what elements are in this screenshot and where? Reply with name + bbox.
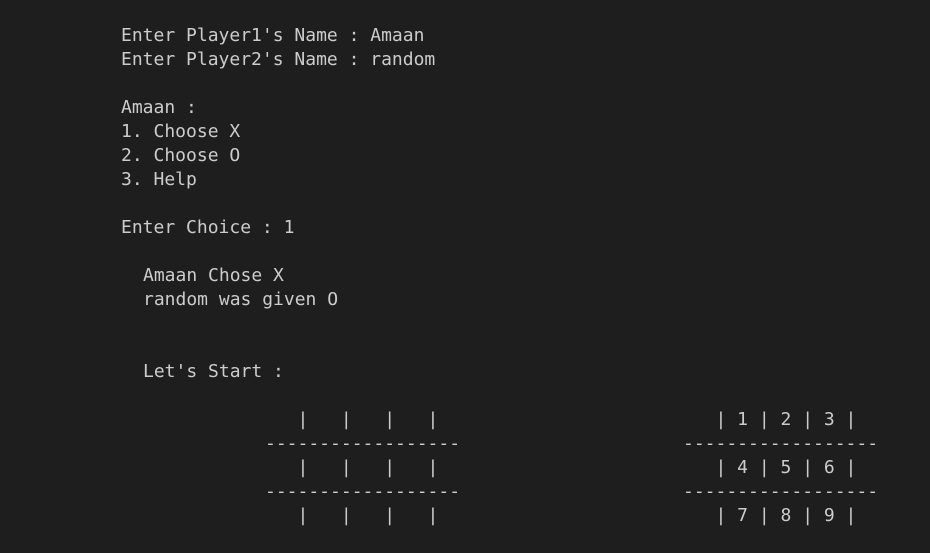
reference-board-row-3: | 7 | 8 | 9 | <box>683 505 857 526</box>
menu-header: Amaan : <box>121 97 197 118</box>
start-message: Let's Start : <box>143 361 284 382</box>
game-board-row-1: | | | | <box>265 409 439 430</box>
reference-board-divider-2: ------------------ <box>683 481 879 502</box>
reference-board-divider-1: ------------------ <box>683 433 879 454</box>
player2-prompt-label: Enter Player2's Name : <box>121 49 371 70</box>
player1-prompt-label: Enter Player1's Name : <box>121 25 371 46</box>
player1-symbol-result: Amaan Chose X <box>143 265 284 286</box>
choice-value: 1 <box>283 217 295 238</box>
game-board-row-3: | | | | <box>265 505 439 526</box>
player2-symbol-result: random was given O <box>143 289 339 310</box>
player1-name-value: Amaan <box>370 25 425 46</box>
reference-board-row-1: | 1 | 2 | 3 | <box>683 409 857 430</box>
choice-prompt: Enter Choice : 1 <box>121 216 294 240</box>
menu-item-choose-o: 2. Choose O <box>121 145 241 166</box>
terminal-output: Enter Player1's Name : Amaan Enter Playe… <box>0 0 930 553</box>
reference-board-row-2: | 4 | 5 | 6 | <box>683 457 857 478</box>
game-board-divider-1: ------------------ <box>265 433 461 454</box>
player2-name-value: random <box>370 49 436 70</box>
player2-name-prompt: Enter Player2's Name : random <box>121 48 435 72</box>
menu-item-help: 3. Help <box>121 169 197 190</box>
player1-name-prompt: Enter Player1's Name : Amaan <box>121 24 424 48</box>
game-board-divider-2: ------------------ <box>265 481 461 502</box>
choice-label: Enter Choice : <box>121 217 284 238</box>
menu-item-choose-x: 1. Choose X <box>121 121 241 142</box>
game-board-row-2: | | | | <box>265 457 439 478</box>
